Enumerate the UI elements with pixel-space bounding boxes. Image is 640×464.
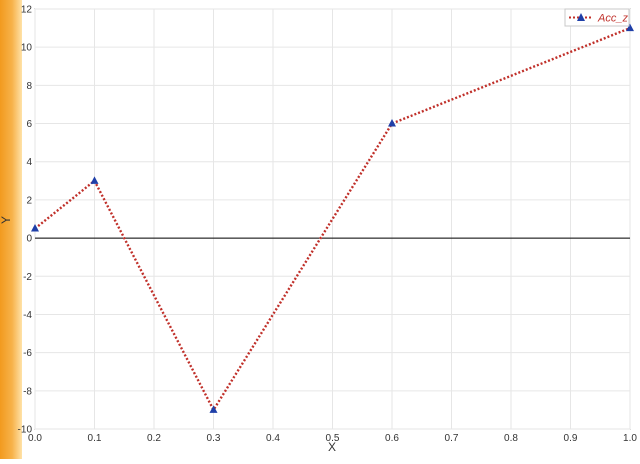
x-tick-label: 0.4 bbox=[266, 433, 280, 444]
y-axis-label: Y bbox=[0, 216, 13, 224]
y-tick-label: -4 bbox=[23, 310, 32, 321]
y-tick-label: 8 bbox=[26, 81, 32, 92]
line-chart: 0.0 0.1 0.2 0.3 0.4 0.5 0.6 0.7 0.8 0.9 1.0 121086… bbox=[0, 0, 637, 459]
y-tick-label: 0 bbox=[26, 234, 32, 245]
legend: Acc_z bbox=[564, 8, 630, 27]
x-tick-label: 0.6 bbox=[385, 433, 399, 444]
y-tick-label: 6 bbox=[26, 119, 32, 130]
x-tick-label: 0.2 bbox=[147, 433, 161, 444]
y-tick-label: -8 bbox=[23, 386, 32, 397]
y-tick-label: 4 bbox=[26, 157, 32, 168]
y-tick-label: -10 bbox=[18, 425, 33, 436]
y-tick-label: 2 bbox=[26, 195, 32, 206]
x-tick-label: 1.0 bbox=[623, 433, 637, 444]
y-tick-label: -6 bbox=[23, 348, 32, 359]
accent-sidebar-bar bbox=[0, 0, 22, 459]
chart-container: 0.0 0.1 0.2 0.3 0.4 0.5 0.6 0.7 0.8 0.9 1.0 12 10 8 6… bbox=[0, 0, 640, 459]
legend-series-label: Acc_z bbox=[597, 13, 628, 25]
x-tick-label: 0.8 bbox=[504, 433, 518, 444]
y-tick-label: 12 bbox=[21, 5, 33, 16]
y-tick-label: 10 bbox=[21, 43, 33, 54]
x-tick-label: 0.1 bbox=[88, 433, 102, 444]
x-tick-label: 0.9 bbox=[564, 433, 578, 444]
x-axis-label: X bbox=[328, 440, 336, 454]
x-tick-label: 0.3 bbox=[207, 433, 221, 444]
y-tick-label: -2 bbox=[23, 272, 32, 283]
x-tick-label: 0.7 bbox=[445, 433, 459, 444]
